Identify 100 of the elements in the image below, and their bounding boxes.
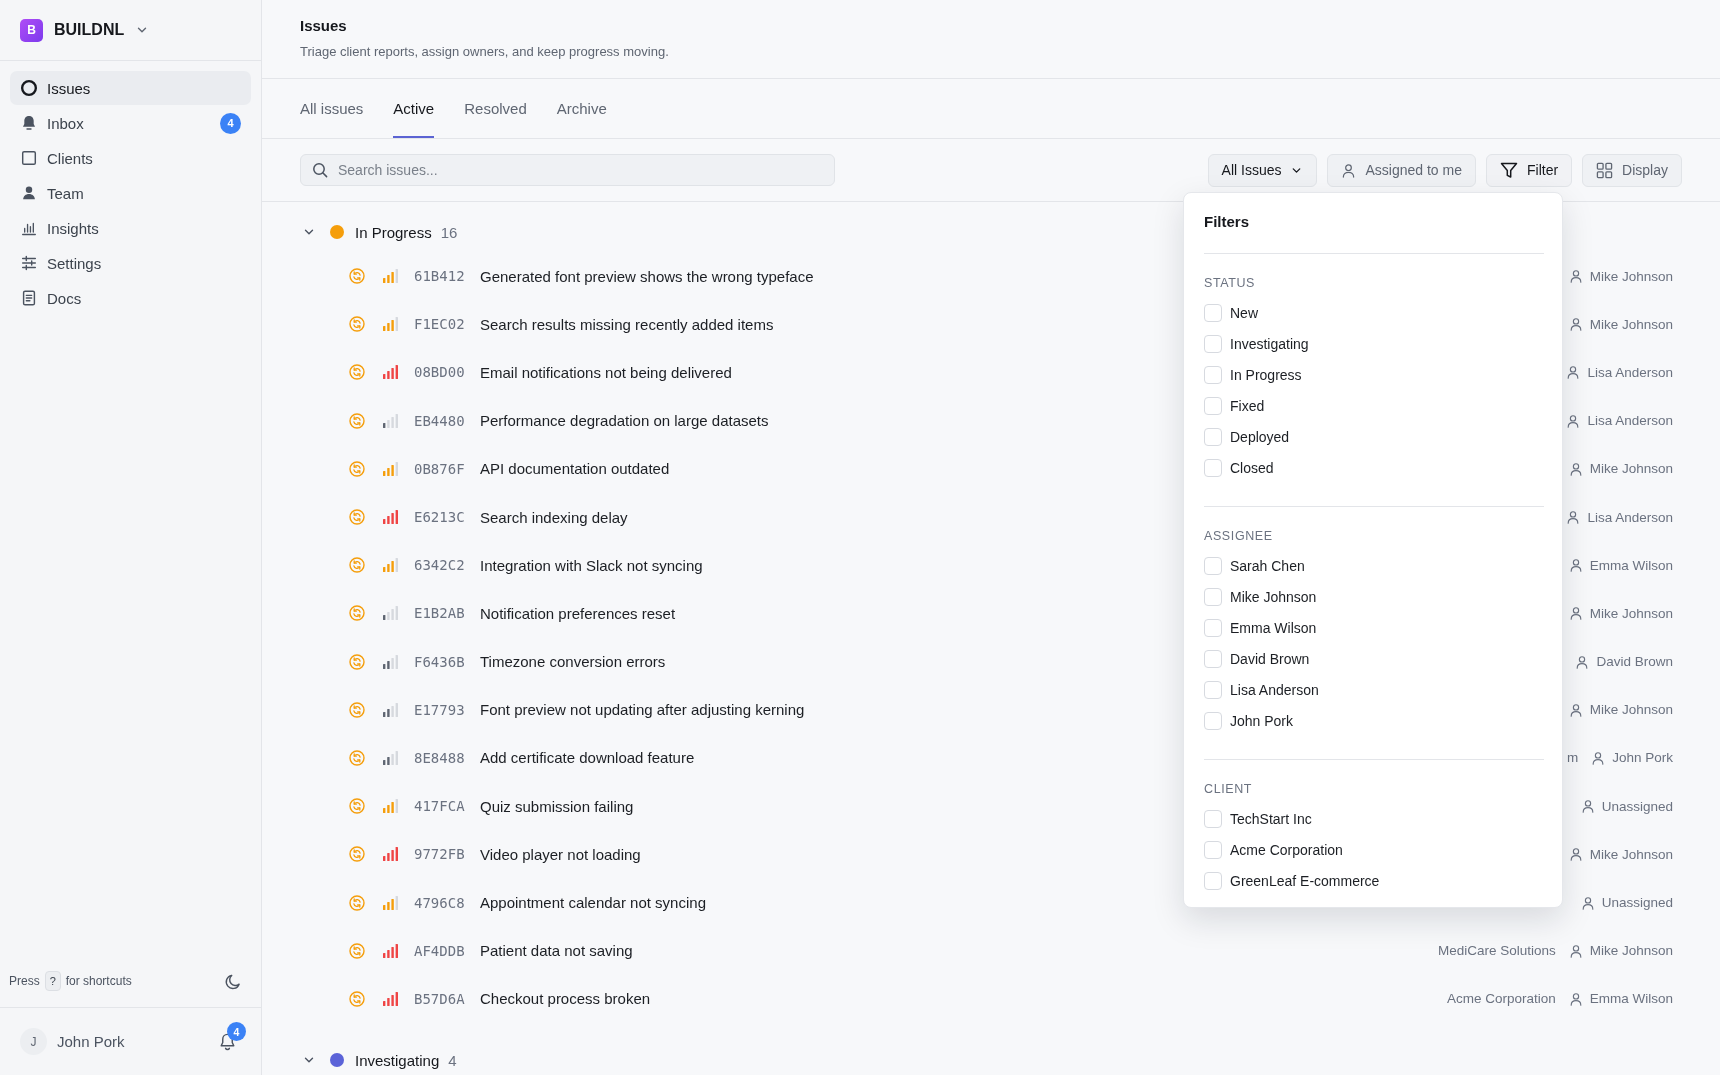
assignee-name: Unassigned: [1601, 895, 1673, 911]
checkbox[interactable]: [1204, 587, 1222, 606]
issue-title[interactable]: Generated font preview shows the wrong typeface: [480, 267, 814, 285]
option-label: Lisa Anderson: [1230, 681, 1319, 698]
checkbox[interactable]: [1204, 427, 1222, 446]
sliders-icon: [20, 254, 38, 272]
assignee-name: Lisa Anderson: [1587, 364, 1673, 380]
issue-id: E17793: [414, 701, 466, 718]
issue-id: 9772FB: [414, 846, 466, 863]
issue-title[interactable]: Notification preferences reset: [480, 604, 676, 622]
option-label: John Pork: [1230, 712, 1294, 729]
priority-bars-icon: [383, 943, 398, 958]
checkbox[interactable]: [1204, 556, 1222, 575]
circular-arrows-icon: [349, 990, 365, 1007]
checkbox[interactable]: [1204, 649, 1222, 668]
circular-arrows-icon: [349, 846, 365, 863]
issue-title[interactable]: Quiz submission failing: [480, 797, 634, 815]
assignee-name: Mike Johnson: [1589, 943, 1673, 959]
issue-title[interactable]: Font preview not updating after adjusting kerning: [480, 701, 805, 719]
checkbox[interactable]: [1204, 809, 1222, 828]
checkbox[interactable]: [1204, 618, 1222, 637]
assignee-name: Mike Johnson: [1589, 316, 1673, 332]
moon-icon[interactable]: [224, 972, 241, 990]
tab[interactable]: Archive: [556, 79, 607, 138]
issue-title[interactable]: Email notifications not being delivered: [480, 363, 732, 381]
nav-item[interactable]: Clients: [10, 141, 251, 175]
issue-title[interactable]: Integration with Slack not syncing: [480, 556, 703, 574]
tab[interactable]: All issues: [300, 79, 364, 138]
checkbox[interactable]: [1204, 334, 1222, 353]
toolbar-button[interactable]: Display: [1582, 153, 1682, 187]
nav-item[interactable]: Insights: [10, 211, 251, 245]
circular-arrows-icon: [349, 701, 365, 718]
circular-arrows-icon: [349, 894, 365, 911]
workspace-logo: B: [20, 18, 43, 42]
nav-item[interactable]: Team: [10, 176, 251, 210]
issue-title[interactable]: API documentation outdated: [480, 460, 670, 478]
issue-id: EB4480: [414, 412, 466, 429]
checkbox[interactable]: [1204, 680, 1222, 699]
person-icon: [1568, 606, 1583, 621]
priority-bars-icon: [383, 702, 398, 717]
circular-arrows-icon: [349, 509, 365, 526]
person-icon: [1568, 943, 1583, 958]
keyboard-key: ?: [44, 971, 61, 991]
option-label: In Progress: [1230, 366, 1302, 383]
checkbox[interactable]: [1204, 365, 1222, 384]
option-label: Mike Johnson: [1230, 588, 1317, 605]
option-label: Sarah Chen: [1230, 557, 1305, 574]
nav-item[interactable]: Inbox 4: [10, 106, 251, 140]
issue-title[interactable]: Appointment calendar not syncing: [480, 894, 706, 912]
tab[interactable]: Resolved: [464, 79, 527, 138]
issue-title[interactable]: Patient data not saving: [480, 942, 633, 960]
toolbar-button[interactable]: Assigned to me: [1327, 153, 1476, 187]
issue-title[interactable]: Performance degradation on large datasets: [480, 412, 769, 430]
checkbox[interactable]: [1204, 711, 1222, 730]
option-label: New: [1230, 304, 1258, 321]
person-icon: [1568, 991, 1583, 1006]
issue-title[interactable]: Timezone conversion errors: [480, 653, 666, 671]
tab[interactable]: Active: [393, 79, 435, 138]
ring-icon: [20, 79, 38, 97]
person-icon: [1580, 799, 1595, 814]
scope-dropdown[interactable]: All Issues: [1207, 153, 1318, 187]
issue-title[interactable]: Add certificate download feature: [480, 749, 695, 767]
page-title: Issues: [300, 16, 348, 36]
checkbox[interactable]: [1204, 396, 1222, 415]
hint-text: Press: [9, 974, 40, 988]
workspace-name[interactable]: BUILDNL: [54, 21, 125, 39]
checkbox[interactable]: [1204, 303, 1222, 322]
user-avatar[interactable]: J: [20, 1028, 47, 1055]
priority-bars-icon: [383, 461, 398, 476]
issue-title[interactable]: Search indexing delay: [480, 508, 628, 526]
issue-id: 8E8488: [414, 749, 466, 766]
issue-title[interactable]: Video player not loading: [480, 845, 641, 863]
group-name: Investigating: [355, 1051, 440, 1069]
issue-id: B57D6A: [414, 990, 466, 1007]
checkbox[interactable]: [1204, 871, 1222, 890]
priority-bars-icon: [383, 895, 398, 910]
issue-title[interactable]: Checkout process broken: [480, 990, 651, 1008]
checkbox[interactable]: [1204, 840, 1222, 859]
priority-bars-icon: [383, 510, 398, 525]
client-name: MediCare Solutions: [1437, 943, 1556, 959]
circular-arrows-icon: [349, 316, 365, 333]
option-label: Fixed: [1230, 397, 1265, 414]
nav-item[interactable]: Settings: [10, 246, 251, 280]
toolbar-button[interactable]: Filter: [1485, 153, 1573, 187]
person-icon: [1566, 413, 1581, 428]
option-label: GreenLeaf E-commerce: [1230, 872, 1380, 889]
circular-arrows-icon: [349, 653, 365, 670]
group-count: 4: [448, 1051, 457, 1069]
priority-bars-icon: [383, 799, 398, 814]
checkbox[interactable]: [1204, 458, 1222, 477]
nav-item[interactable]: Docs: [10, 281, 251, 315]
nav-item[interactable]: Issues: [10, 71, 251, 105]
grid-icon: [1596, 161, 1614, 179]
issue-title[interactable]: Search results missing recently added items: [480, 315, 774, 333]
search-field[interactable]: Search issues...: [300, 154, 835, 186]
person-icon: [1568, 317, 1583, 332]
count-badge: 4: [220, 112, 241, 134]
user-name[interactable]: John Pork: [57, 1033, 125, 1050]
assignee-name: Unassigned: [1601, 798, 1673, 814]
circular-arrows-icon: [349, 460, 365, 477]
